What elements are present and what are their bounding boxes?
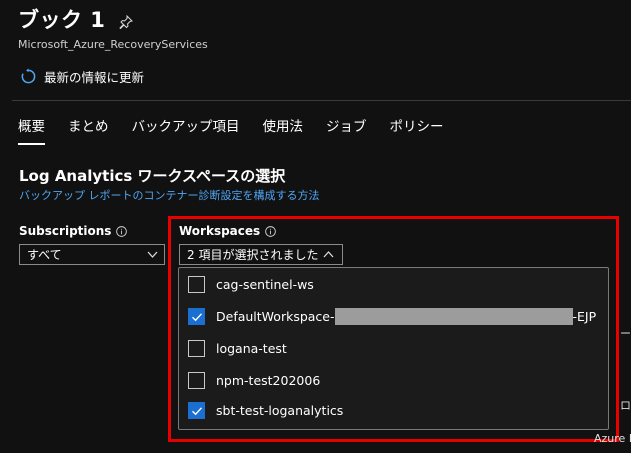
clipped-text: ース (620, 327, 631, 340)
title-row: ブック 1 (18, 4, 134, 34)
info-icon[interactable] (116, 225, 128, 237)
tab-jobs[interactable]: ジョブ (326, 115, 367, 145)
tab-bar: 概要 まとめ バックアップ項目 使用法 ジョブ ポリシー (18, 115, 467, 145)
subscriptions-value: すべて (27, 248, 62, 262)
diagnostic-settings-link[interactable]: バックアップ レポートのコンテナー診断設定を構成する方法 (19, 187, 320, 203)
annotation-highlight-box (168, 216, 619, 442)
tab-summary[interactable]: まとめ (68, 115, 109, 145)
tab-policies[interactable]: ポリシー (390, 115, 444, 145)
page-subtitle: Microsoft_Azure_RecoveryServices (18, 38, 208, 51)
subscriptions-dropdown[interactable]: すべて (19, 244, 165, 265)
clipped-text: ロー (620, 399, 631, 412)
pin-icon[interactable] (119, 14, 134, 30)
clipped-text: Azure L (594, 432, 631, 445)
divider (12, 100, 631, 101)
tab-usage[interactable]: 使用法 (263, 115, 304, 145)
refresh-icon (21, 68, 36, 84)
refresh-button[interactable]: 最新の情報に更新 (20, 67, 144, 86)
refresh-label: 最新の情報に更新 (44, 70, 145, 85)
page-title: ブック 1 (18, 8, 106, 32)
workbook-page: ブック 1 Microsoft_Azure_RecoveryServices 最… (0, 0, 631, 453)
subscriptions-label-text: Subscriptions (19, 224, 112, 238)
tab-backup-items[interactable]: バックアップ項目 (132, 115, 240, 145)
chevron-down-icon (147, 251, 158, 258)
section-title: Log Analytics ワークスペースの選択 (19, 167, 286, 185)
tab-overview[interactable]: 概要 (18, 115, 45, 145)
subscriptions-label: Subscriptions (19, 224, 128, 238)
